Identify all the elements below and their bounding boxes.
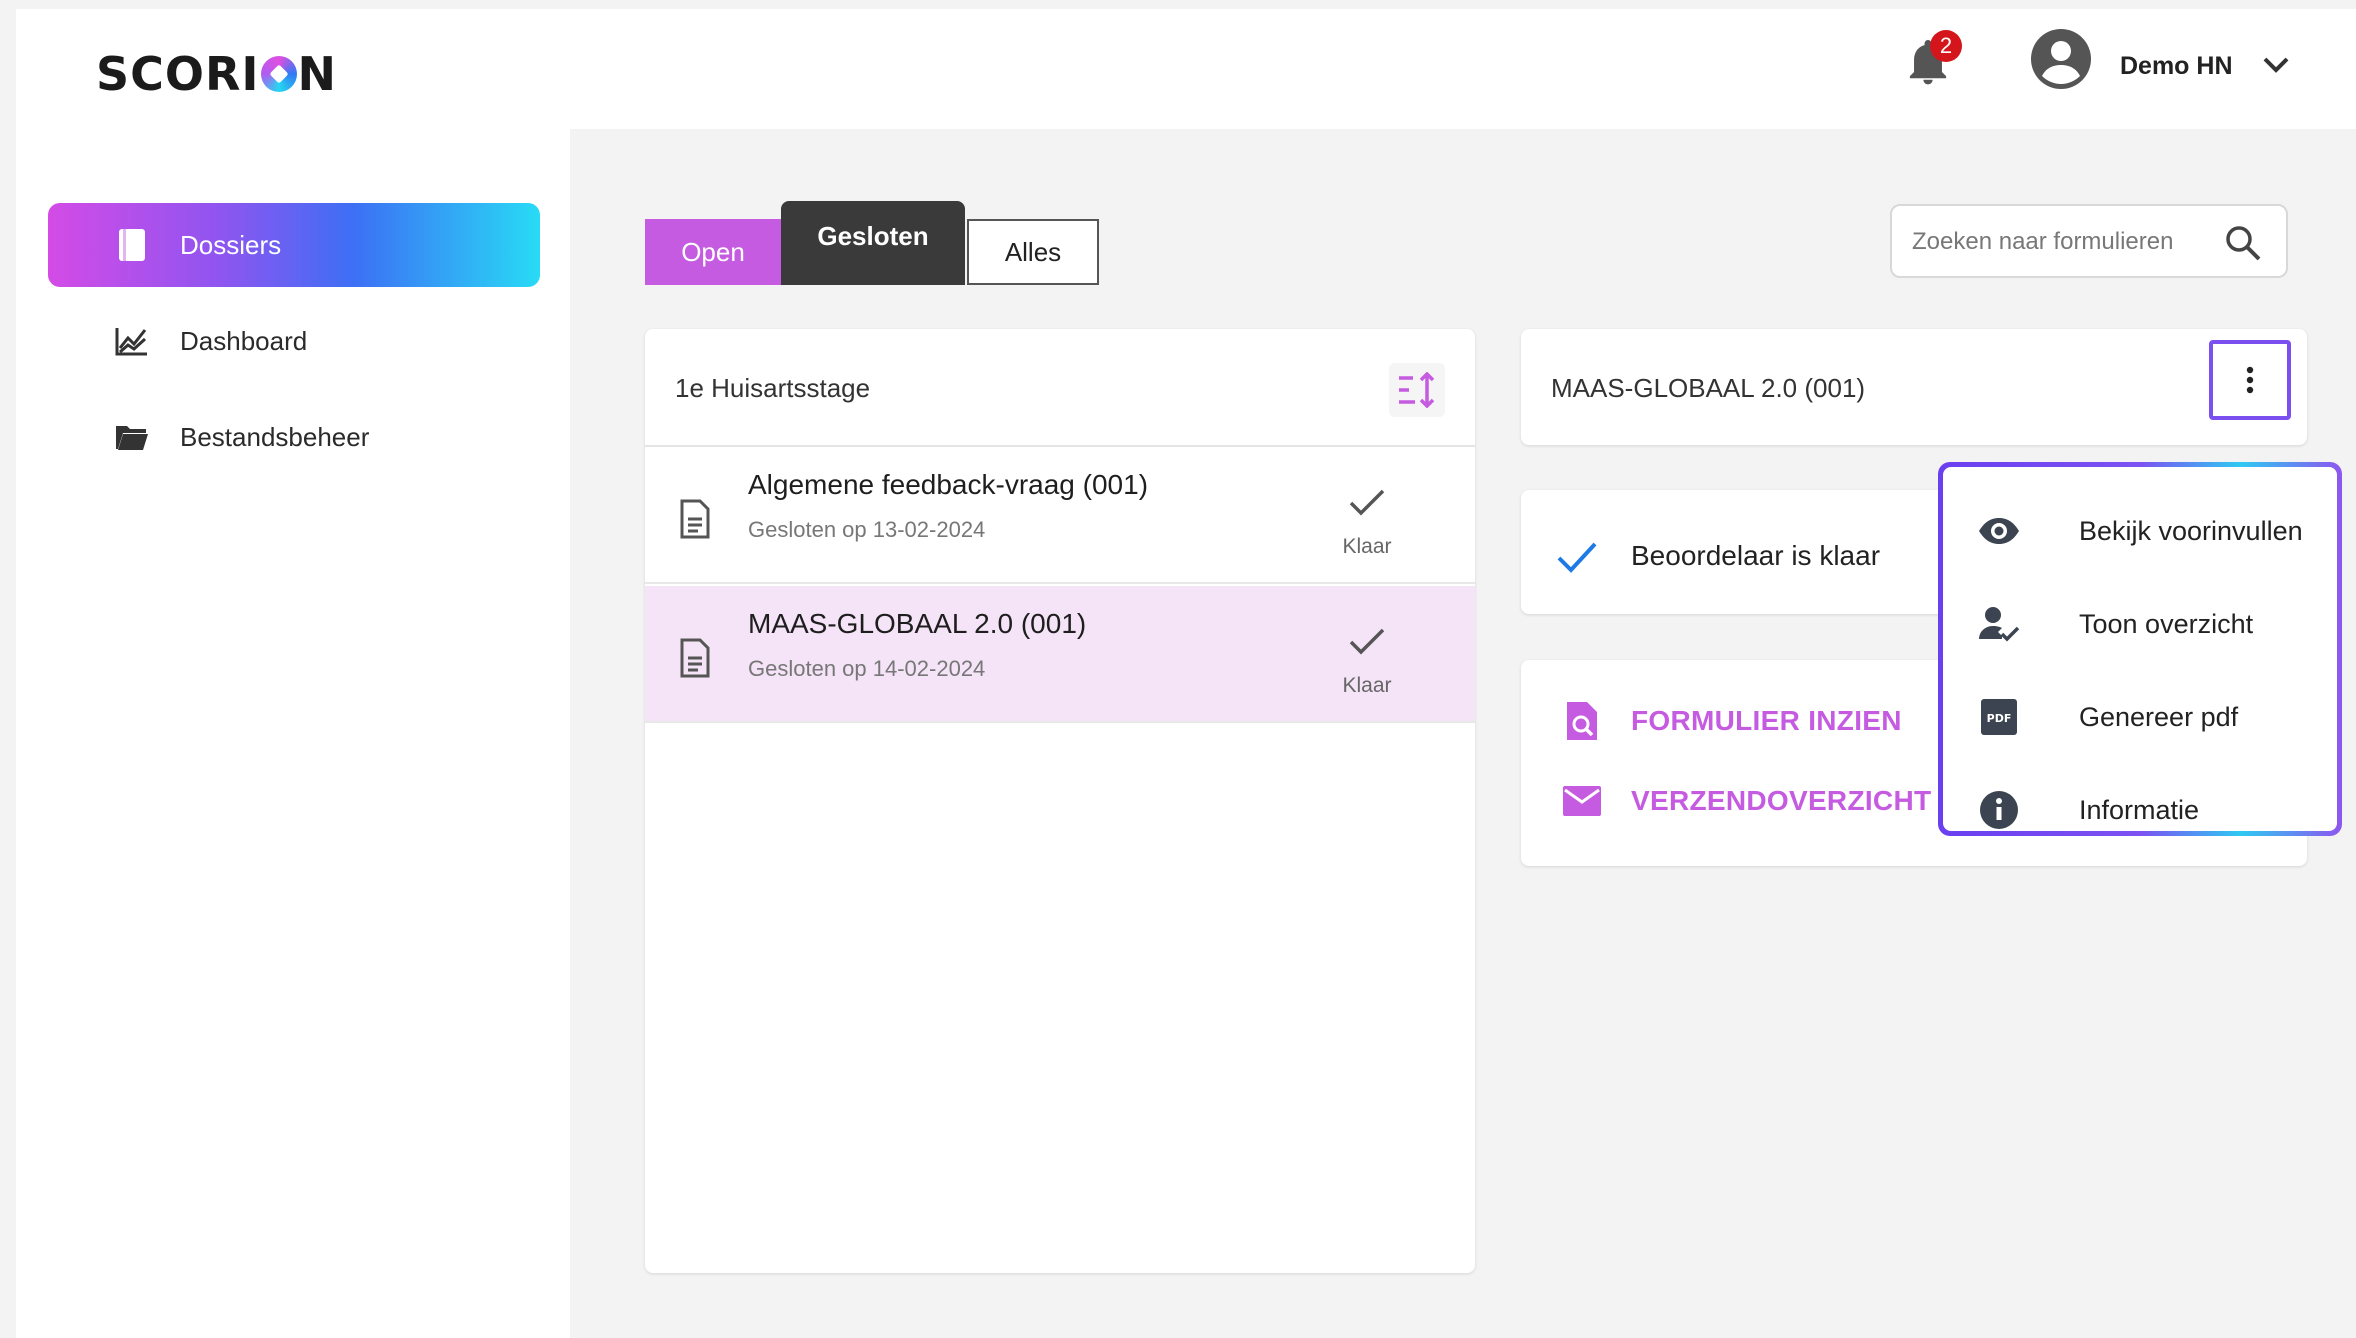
sidebar-item-label: Dashboard [180,325,308,356]
action-label: VERZENDOVERZICHT [1631,785,1932,816]
top-header: SCORI N [16,9,2356,129]
user-check-icon [1977,602,2021,646]
detail-title: MAAS-GLOBAAL 2.0 (001) [1551,373,1866,403]
document-icon [680,638,710,678]
form-list-card: 1e Huisartsstage Algemene feedback-vraag… [645,329,1475,1273]
list-item-date: Gesloten op 13-02-2024 [748,517,986,542]
logo-text-end: N [297,47,338,101]
document-icon [680,499,710,539]
pdf-icon: PDF [1977,695,2021,739]
sidebar-item-bestandsbeheer[interactable]: Bestandsbeheer [48,395,540,479]
search-box [1890,204,2288,278]
menu-item-genereer-pdf[interactable]: PDF Genereer pdf [1943,677,2337,757]
chart-icon [112,321,152,361]
list-item-title: MAAS-GLOBAAL 2.0 (001) [748,608,1087,639]
tab-alles[interactable]: Alles [967,219,1099,285]
sidebar-item-label: Dossiers [180,229,282,260]
eye-icon [1977,509,2021,553]
check-icon [1349,628,1385,655]
logo-mark-icon [260,56,297,92]
more-options-button[interactable] [2209,340,2291,420]
svg-text:PDF: PDF [1987,712,2012,725]
action-label: FORMULIER INZIEN [1631,705,1902,736]
sort-icon [1399,372,1435,408]
scorion-logo[interactable]: SCORI N [96,47,337,101]
menu-item-label: Genereer pdf [2079,701,2239,732]
list-item-title: Algemene feedback-vraag (001) [748,469,1149,500]
menu-item-label: Bekijk voorinvullen [2079,515,2303,546]
search-icon[interactable] [2224,224,2262,262]
list-item-date: Gesloten op 14-02-2024 [748,656,986,681]
menu-item-label: Toon overzicht [2079,608,2254,639]
sidebar-item-label: Bestandsbeheer [180,421,370,452]
mail-icon [1561,780,1603,822]
check-icon [1557,542,1597,573]
menu-item-toon-overzicht[interactable]: Toon overzicht [1943,584,2337,664]
list-item-status: Klaar [1342,674,1392,697]
tab-gesloten[interactable]: Gesloten [781,201,965,285]
status-text: Beoordelaar is klaar [1631,540,1881,571]
check-icon [1349,489,1385,516]
sidebar-item-dashboard[interactable]: Dashboard [48,299,540,383]
detail-header-card: MAAS-GLOBAAL 2.0 (001) [1521,329,2307,445]
user-avatar-icon[interactable] [2030,28,2092,90]
list-item-status: Klaar [1342,535,1392,558]
list-header: 1e Huisartsstage [645,329,1475,447]
list-item[interactable]: MAAS-GLOBAAL 2.0 (001) Gesloten op 14-02… [645,586,1475,723]
menu-item-informatie[interactable]: Informatie [1943,770,2337,850]
user-name[interactable]: Demo HN [2120,52,2233,81]
book-icon [112,225,152,265]
folder-icon [112,417,152,457]
sidebar-item-dossiers[interactable]: Dossiers [48,203,540,287]
form-view-button[interactable]: FORMULIER INZIEN [1561,700,1902,742]
more-vertical-icon [2246,366,2254,394]
search-input[interactable] [1912,224,2212,260]
info-icon [1977,788,2021,832]
menu-item-bekijk-voorinvullen[interactable]: Bekijk voorinvullen [1943,491,2337,571]
tab-open[interactable]: Open [645,219,781,285]
menu-item-label: Informatie [2079,794,2200,825]
list-item[interactable]: Algemene feedback-vraag (001) Gesloten o… [645,447,1475,584]
search-document-icon [1561,700,1603,742]
notification-badge: 2 [1930,30,1962,62]
list-title: 1e Huisartsstage [675,373,871,403]
logo-text-start: SCORI [96,47,260,101]
send-overview-button[interactable]: VERZENDOVERZICHT [1561,780,1931,822]
sidebar: Dossiers Dashboard Bestandsbeheer [16,129,570,1338]
sort-button[interactable] [1389,363,1445,417]
chevron-down-icon[interactable] [2262,55,2290,75]
options-menu: Bekijk voorinvullen Toon overzicht PDF G… [1938,462,2342,836]
